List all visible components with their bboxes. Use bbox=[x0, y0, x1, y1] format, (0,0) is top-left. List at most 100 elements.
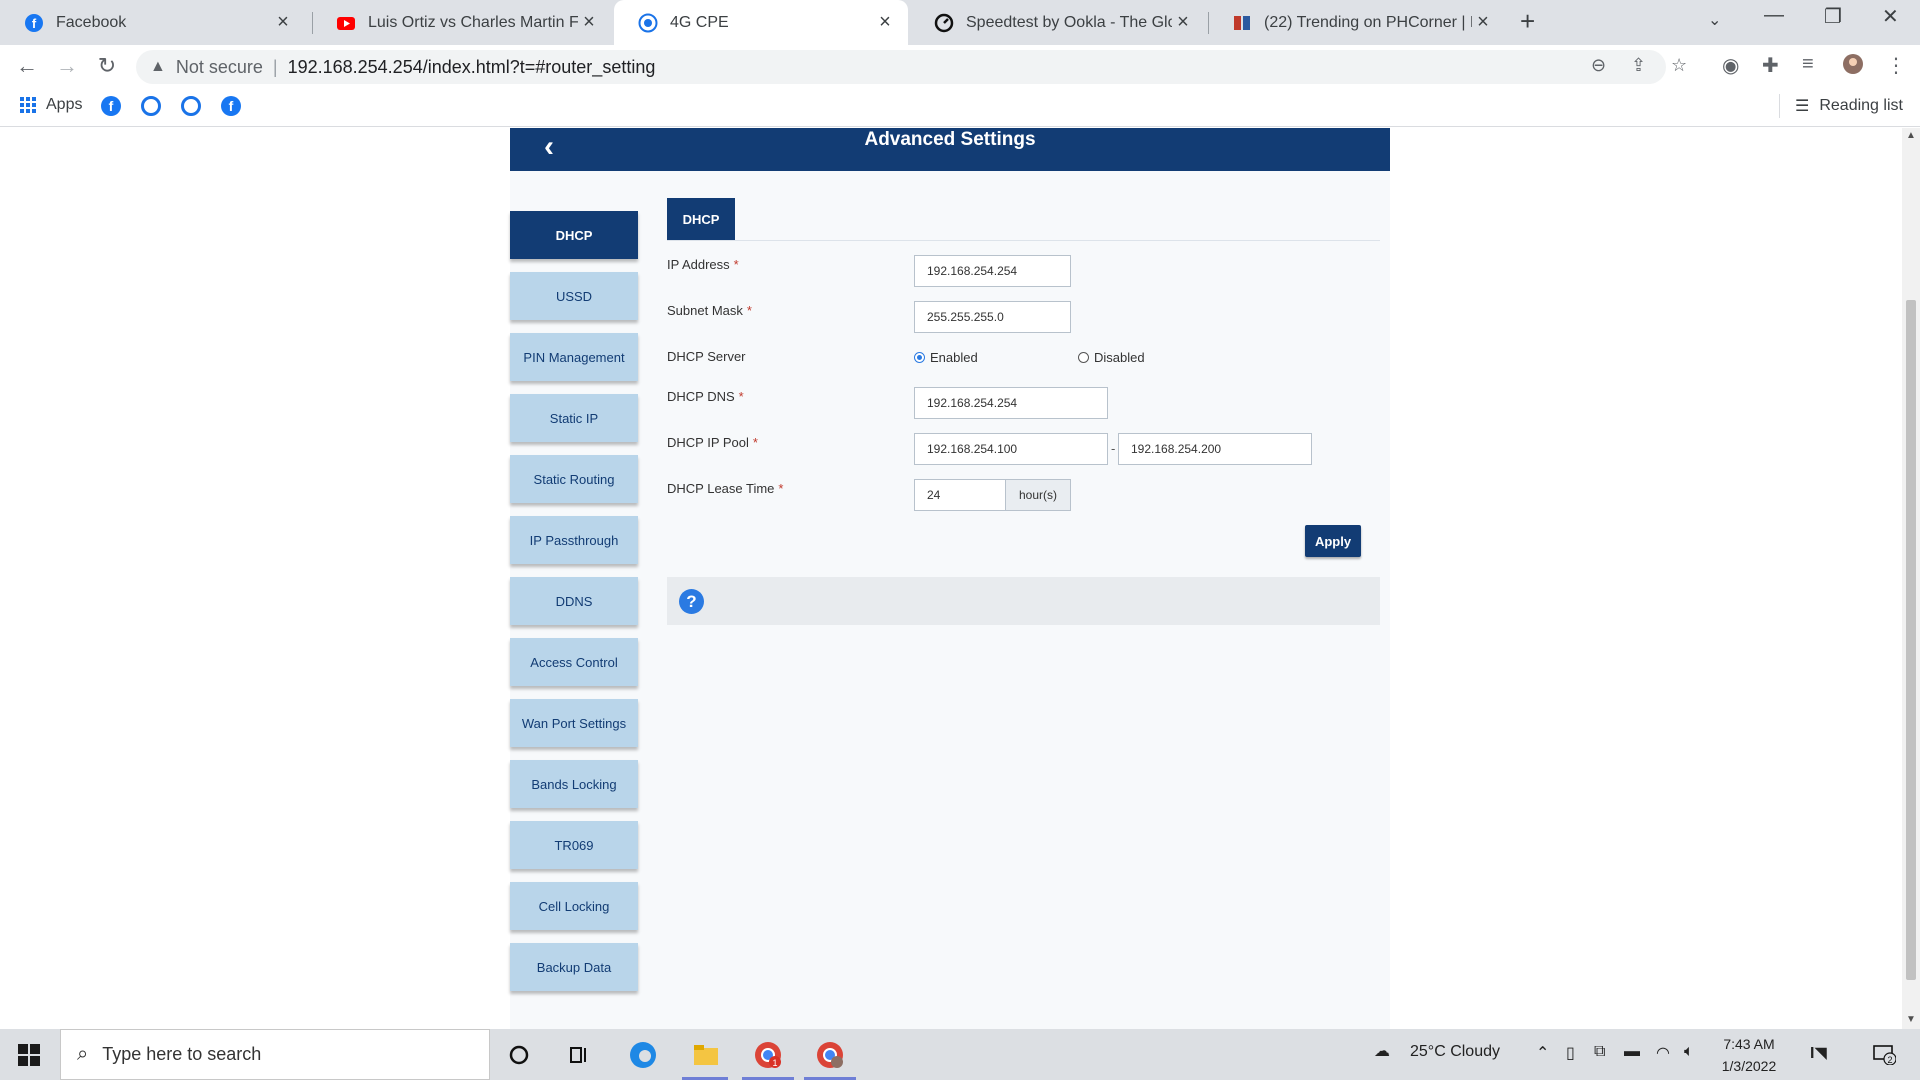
sidebar-item-backup-data[interactable]: Backup Data bbox=[510, 943, 638, 991]
tab-dhcp[interactable]: DHCP bbox=[667, 198, 735, 240]
notifications-icon[interactable]: 2 bbox=[1872, 1043, 1897, 1070]
subnet-mask-label: Subnet Mask * bbox=[667, 303, 752, 318]
subnet-mask-input[interactable]: 255.255.255.0 bbox=[914, 301, 1071, 333]
dhcp-dns-input[interactable]: 192.168.254.254 bbox=[914, 387, 1108, 419]
battery-icon[interactable]: ▬ bbox=[1624, 1043, 1640, 1061]
sidebar-item-static-routing[interactable]: Static Routing bbox=[510, 455, 638, 503]
apply-button[interactable]: Apply bbox=[1305, 525, 1361, 557]
taskbar-clock[interactable]: 7:43 AM 1/3/2022 bbox=[1716, 1033, 1782, 1077]
sidebar-item-tr069[interactable]: TR069 bbox=[510, 821, 638, 869]
chrome-icon[interactable]: 1 bbox=[752, 1039, 784, 1071]
svg-text:2: 2 bbox=[1887, 1055, 1892, 1065]
lease-time-input[interactable]: 24 bbox=[914, 479, 1006, 511]
bookmark-star-icon[interactable]: ☆ bbox=[1671, 55, 1687, 76]
warning-triangle-icon: ▲ bbox=[150, 58, 166, 75]
dhcp-ip-pool-label: DHCP IP Pool * bbox=[667, 435, 758, 450]
bookmark-globe-icon[interactable] bbox=[141, 96, 161, 116]
wifi-icon[interactable]: ◠ bbox=[1656, 1043, 1670, 1063]
speedtest-icon bbox=[934, 13, 954, 33]
dhcp-pool-end-input[interactable]: 192.168.254.200 bbox=[1118, 433, 1312, 465]
bookmark-globe-icon[interactable] bbox=[181, 96, 201, 116]
reading-list-label: Reading list bbox=[1819, 97, 1903, 114]
dhcp-pool-start-input[interactable]: 192.168.254.100 bbox=[914, 433, 1108, 465]
bookmark-facebook-icon[interactable]: f bbox=[101, 96, 121, 116]
tab-4g-cpe[interactable]: 4G CPE × bbox=[614, 0, 908, 45]
cortana-circle-icon[interactable] bbox=[503, 1039, 535, 1071]
sidebar-item-wan-port-settings[interactable]: Wan Port Settings bbox=[510, 699, 638, 747]
ip-address-label: IP Address * bbox=[667, 257, 739, 272]
sidebar-item-ussd[interactable]: USSD bbox=[510, 272, 638, 320]
close-tab-icon[interactable]: × bbox=[1472, 11, 1494, 34]
security-label[interactable]: Not secure bbox=[176, 57, 263, 78]
scroll-up-arrow-icon[interactable]: ▲ bbox=[1906, 130, 1916, 141]
sidebar-item-access-control[interactable]: Access Control bbox=[510, 638, 638, 686]
dhcp-dns-label: DHCP DNS * bbox=[667, 389, 744, 404]
more-menu-icon[interactable]: ⋮ bbox=[1886, 53, 1906, 78]
tab-youtube[interactable]: Luis Ortiz vs Charles Martin Full F × bbox=[312, 0, 612, 45]
extensions-puzzle-icon[interactable]: ✚ bbox=[1762, 53, 1779, 78]
chrome-profile-icon[interactable] bbox=[814, 1039, 846, 1071]
tab-search-chevron-icon[interactable]: ⌄ bbox=[1708, 10, 1721, 30]
close-tab-icon[interactable]: × bbox=[874, 11, 896, 34]
bookmarks-bar: Apps bbox=[0, 87, 1920, 127]
scroll-down-arrow-icon[interactable]: ▼ bbox=[1906, 1014, 1916, 1025]
file-explorer-icon[interactable] bbox=[690, 1039, 722, 1071]
tab-speedtest[interactable]: Speedtest by Ookla - The Global × bbox=[910, 0, 1206, 45]
weather-text[interactable]: 25°C Cloudy bbox=[1410, 1043, 1500, 1061]
meet-now-icon[interactable]: I◥ bbox=[1810, 1043, 1827, 1063]
reading-list-icon: ☰ bbox=[1795, 98, 1810, 115]
close-tab-icon[interactable]: × bbox=[272, 11, 294, 34]
sidebar-item-dhcp[interactable]: DHCP bbox=[510, 211, 638, 259]
volume-icon[interactable]: 🔈︎ bbox=[1684, 1043, 1694, 1061]
back-arrow-icon[interactable]: ← bbox=[12, 51, 42, 81]
address-bar[interactable]: ▲ Not secure | 192.168.254.254/index.htm… bbox=[136, 50, 1666, 84]
radio-selected-icon bbox=[914, 352, 925, 363]
share-icon[interactable]: ⇪ bbox=[1631, 55, 1646, 76]
bookmark-facebook-icon[interactable]: f bbox=[221, 96, 241, 116]
task-view-icon[interactable] bbox=[563, 1039, 595, 1071]
search-placeholder: Type here to search bbox=[102, 1044, 262, 1064]
question-icon[interactable]: ? bbox=[679, 589, 704, 614]
network-share-icon[interactable]: ⧉ bbox=[1594, 1043, 1605, 1061]
extension-globe-icon[interactable]: ◉ bbox=[1722, 53, 1739, 78]
profile-avatar[interactable] bbox=[1842, 53, 1864, 81]
sidebar-item-cell-locking[interactable]: Cell Locking bbox=[510, 882, 638, 930]
apps-bookmark[interactable]: Apps bbox=[20, 96, 82, 114]
reading-list-button[interactable]: ☰ Reading list bbox=[1795, 96, 1903, 116]
dhcp-server-disabled-radio[interactable]: Disabled bbox=[1078, 350, 1145, 365]
close-window-icon[interactable]: ✕ bbox=[1882, 4, 1899, 29]
svg-text:f: f bbox=[32, 16, 37, 31]
weather-cloud-icon[interactable]: ☁ bbox=[1374, 1041, 1390, 1061]
taskbar-search-box[interactable]: ⌕ Type here to search bbox=[60, 1029, 490, 1080]
clock-time: 7:43 AM bbox=[1723, 1036, 1775, 1052]
show-hidden-icons-chevron[interactable]: ⌃ bbox=[1536, 1043, 1549, 1063]
tab-title: Speedtest by Ookla - The Global bbox=[966, 13, 1172, 31]
device-icon[interactable]: ▯ bbox=[1566, 1043, 1575, 1063]
page-scrollbar[interactable]: ▲ ▼ bbox=[1902, 128, 1920, 1029]
scrollbar-thumb[interactable] bbox=[1906, 300, 1916, 980]
sidebar-item-bands-locking[interactable]: Bands Locking bbox=[510, 760, 638, 808]
sidebar-item-ip-passthrough[interactable]: IP Passthrough bbox=[510, 516, 638, 564]
sidebar-item-pin-management[interactable]: PIN Management bbox=[510, 333, 638, 381]
minimize-icon[interactable]: — bbox=[1764, 4, 1784, 27]
tab-facebook[interactable]: f Facebook × bbox=[0, 0, 306, 45]
close-tab-icon[interactable]: × bbox=[1172, 11, 1194, 34]
close-tab-icon[interactable]: × bbox=[578, 11, 600, 34]
new-tab-plus-icon[interactable]: + bbox=[1520, 6, 1535, 37]
url-text[interactable]: 192.168.254.254/index.html?t=#router_set… bbox=[288, 57, 656, 78]
ip-address-input[interactable]: 192.168.254.254 bbox=[914, 255, 1071, 287]
sidebar-item-static-ip[interactable]: Static IP bbox=[510, 394, 638, 442]
lease-time-unit: hour(s) bbox=[1006, 479, 1071, 511]
tab-phcorner[interactable]: (22) Trending on PHCorner | Pino × bbox=[1208, 0, 1506, 45]
media-control-icon[interactable]: ≡ bbox=[1802, 53, 1814, 76]
sidebar-item-ddns[interactable]: DDNS bbox=[510, 577, 638, 625]
restore-icon[interactable]: ❐ bbox=[1824, 4, 1842, 29]
zoom-out-icon[interactable]: ⊖ bbox=[1591, 55, 1606, 76]
windows-start-icon[interactable] bbox=[18, 1044, 40, 1066]
browser-toolbar: ← → ↻ ▲ Not secure | 192.168.254.254/ind… bbox=[0, 45, 1920, 87]
forward-arrow-icon[interactable]: → bbox=[52, 51, 82, 81]
edge-browser-icon[interactable] bbox=[627, 1039, 659, 1071]
search-icon: ⌕ bbox=[77, 1043, 89, 1065]
dhcp-server-enabled-radio[interactable]: Enabled bbox=[914, 350, 978, 365]
reload-icon[interactable]: ↻ bbox=[92, 51, 122, 81]
